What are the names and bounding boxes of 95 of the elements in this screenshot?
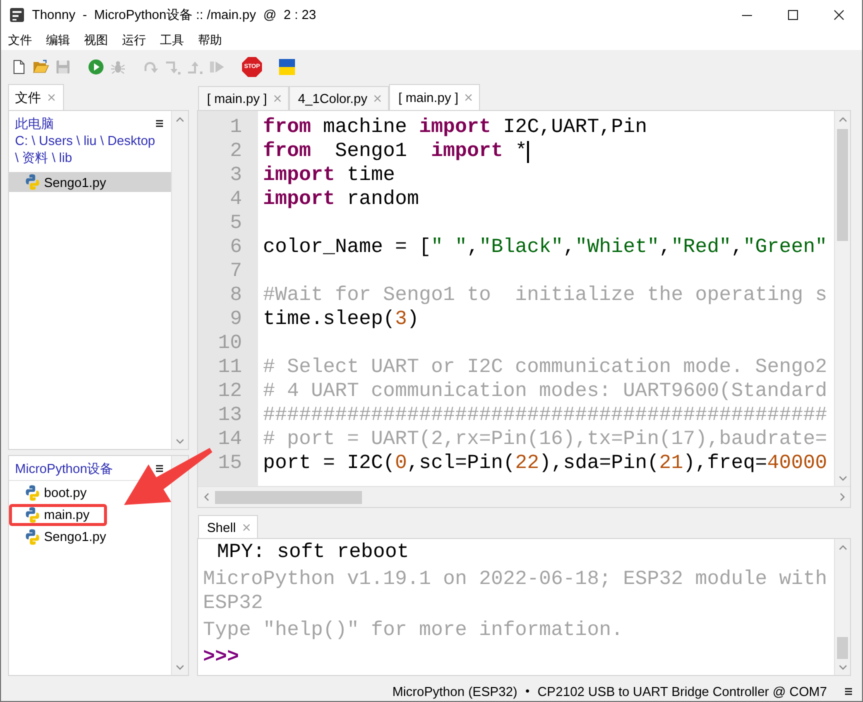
code-line: # port = UART(2,rx=Pin(16),tx=Pin(17),baudrate= — [263, 428, 828, 452]
folder-icon — [33, 59, 49, 75]
menu-icon[interactable] — [845, 688, 852, 694]
shell-tab[interactable]: Shell — [198, 515, 258, 538]
shell-prompt: >>> — [203, 646, 240, 669]
line-number: 4 — [228, 188, 242, 212]
caret-up-icon[interactable] — [838, 116, 846, 122]
maximize-icon — [788, 10, 798, 20]
line-number: 13 — [216, 404, 242, 428]
code-line: import time — [263, 164, 396, 188]
menu-item[interactable]: 运行 — [122, 32, 146, 48]
caret-up-icon[interactable] — [176, 116, 184, 122]
code-line: from Sengo1 import * — [263, 140, 528, 164]
scrollbar-thumb[interactable] — [837, 129, 848, 241]
menu-icon[interactable] — [156, 120, 163, 126]
code-line: time.sleep(3) — [263, 308, 420, 332]
flag-icon — [279, 59, 295, 75]
python-file-icon — [25, 507, 40, 523]
code-line: # 4 UART communication modes: UART9600(Standard — [263, 380, 828, 404]
file-item[interactable]: Sengo1.py — [9, 526, 124, 548]
line-number: 5 — [228, 212, 242, 236]
folder-title[interactable]: 此电脑 — [15, 114, 54, 132]
line-number: 14 — [216, 428, 242, 452]
separator-dot: • — [525, 684, 530, 698]
editor-tab[interactable]: [ main.py ] — [389, 84, 480, 110]
close-icon[interactable] — [48, 94, 55, 101]
file-item[interactable]: Sengo1.py — [9, 172, 171, 192]
path-breadcrumb[interactable]: C: \ Users \ liu \ Desktop \ 资料 \ lib — [9, 132, 160, 166]
line-number: 15 — [216, 452, 242, 476]
close-icon[interactable] — [374, 95, 382, 102]
python-file-icon — [25, 485, 40, 501]
file-item[interactable]: boot.py — [9, 482, 104, 504]
menu-item[interactable]: 视图 — [84, 32, 108, 48]
shell-output: Type "help()" for more information. — [203, 619, 624, 642]
minimize-icon — [742, 14, 752, 16]
close-icon[interactable] — [242, 524, 250, 530]
caret-right-icon[interactable] — [840, 493, 844, 501]
code-line: # Select UART or I2C communication mode. Sengo2 — [263, 356, 828, 380]
python-file-icon — [25, 174, 40, 190]
caret-down-icon[interactable] — [838, 664, 846, 670]
panel-tab[interactable]: 文件 — [8, 84, 64, 110]
code-line: port = I2C(0,scl=Pin(22),sda=Pin(21),freq=40000 — [263, 452, 828, 476]
editor-tab[interactable]: 4_1Color.py — [288, 86, 390, 110]
line-number: 9 — [228, 308, 242, 332]
code-line: #Wait for Sengo1 to initialize the operating s — [263, 284, 828, 308]
caret-down-icon[interactable] — [176, 438, 184, 444]
line-number: 8 — [228, 284, 242, 308]
bug-icon — [110, 59, 126, 75]
flag-button[interactable] — [279, 59, 295, 75]
shell-output: MicroPython v1.19.1 on 2022-06-18; ESP32 module with ESP32 — [203, 568, 828, 615]
file-item[interactable]: main.py — [9, 504, 107, 526]
editor-tab[interactable]: [ main.py ] — [198, 86, 289, 110]
scrollbar-thumb[interactable] — [215, 490, 362, 504]
line-number: 3 — [228, 164, 242, 188]
scrollbar-thumb[interactable] — [837, 637, 848, 659]
shell-output: MPY: soft reboot — [217, 541, 410, 564]
line-number: 10 — [216, 332, 242, 356]
page-icon — [11, 59, 27, 75]
code-line: from machine import I2C,UART,Pin — [263, 116, 648, 140]
code-line: color_Name = [" ","Black","Whiet","Red","Green" — [263, 236, 828, 260]
menu-item[interactable]: 帮助 — [198, 32, 222, 48]
close-icon — [834, 10, 844, 20]
device-title: MicroPython设备 — [15, 460, 114, 476]
caret-left-icon[interactable] — [204, 493, 208, 501]
new-file-button[interactable] — [11, 59, 27, 75]
resume-icon — [209, 59, 225, 75]
menu-item[interactable]: 文件 — [8, 32, 32, 48]
text-cursor — [527, 141, 530, 163]
menu-item[interactable]: 工具 — [160, 32, 184, 48]
port-label[interactable]: CP2102 USB to UART Bridge Controller @ COM7 — [538, 684, 827, 698]
line-number: 7 — [228, 260, 242, 284]
close-icon[interactable] — [465, 94, 472, 101]
window-title: Thonny - MicroPython设备 :: /main.py @ 2 : 23 — [32, 6, 316, 24]
curved-arrow-icon — [143, 59, 159, 75]
caret-down-icon[interactable] — [176, 664, 184, 670]
line-number: 6 — [228, 236, 242, 260]
line-number: 1 — [228, 116, 242, 140]
caret-down-icon[interactable] — [838, 476, 846, 480]
python-file-icon — [25, 529, 40, 545]
arrow-icon — [187, 59, 203, 75]
arrow-icon — [165, 59, 181, 75]
line-number: 12 — [216, 380, 242, 404]
open-file-button[interactable] — [33, 59, 49, 75]
line-number: 2 — [228, 140, 242, 164]
line-number: 11 — [216, 356, 242, 380]
code-line: import random — [263, 188, 420, 212]
interpreter-label[interactable]: MicroPython (ESP32) — [392, 684, 518, 698]
caret-up-icon[interactable] — [838, 544, 846, 550]
code-line: ############################################### — [263, 404, 828, 428]
menu-icon[interactable] — [156, 464, 163, 472]
run-button[interactable] — [88, 59, 104, 75]
close-icon[interactable] — [274, 95, 281, 102]
play-icon — [88, 59, 104, 75]
app-icon — [10, 8, 24, 22]
menu-item[interactable]: 编辑 — [46, 32, 70, 48]
